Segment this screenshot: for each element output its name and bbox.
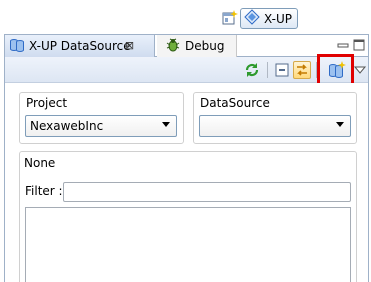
project-select-value: NexawebInc <box>30 119 104 133</box>
link-with-editor-icon[interactable] <box>293 61 311 79</box>
datasource-label: DataSource <box>198 96 272 110</box>
view-toolbar <box>5 57 368 83</box>
xup-perspective-button[interactable]: X-UP <box>240 8 298 29</box>
refresh-icon[interactable] <box>243 61 261 79</box>
datasource-list[interactable] <box>25 207 351 282</box>
details-label: None <box>22 156 58 170</box>
chevron-down-icon <box>162 122 170 127</box>
xup-datasource-view: X-UP DataSource ⊠ Debug Project NexawebI… <box>4 34 369 282</box>
perspective-bar: X-UP <box>0 0 371 34</box>
tab-label: Debug <box>185 39 225 53</box>
xup-perspective-icon <box>244 9 260 28</box>
datasource-select[interactable] <box>199 115 351 137</box>
view-tab-row: X-UP DataSource ⊠ Debug <box>5 35 368 57</box>
filter-input[interactable] <box>63 182 351 202</box>
tab-label: X-UP DataSource <box>29 39 131 53</box>
tab-debug[interactable]: Debug <box>157 35 237 57</box>
maximize-icon[interactable] <box>353 39 365 51</box>
filter-label: Filter : <box>25 184 63 198</box>
collapse-icon[interactable] <box>273 61 291 79</box>
bug-icon <box>165 37 181 56</box>
project-select[interactable]: NexawebInc <box>25 115 177 137</box>
tab-xup-datasource[interactable]: X-UP DataSource ⊠ <box>5 35 155 57</box>
close-icon[interactable]: ⊠ <box>123 39 136 52</box>
minimize-icon[interactable] <box>337 39 349 51</box>
perspective-label: X-UP <box>264 11 292 26</box>
toolbar-separator <box>267 62 268 78</box>
project-label: Project <box>24 96 70 110</box>
open-perspective-icon[interactable] <box>222 10 238 26</box>
chevron-down-icon <box>336 122 344 127</box>
datasource-icon <box>9 37 25 56</box>
